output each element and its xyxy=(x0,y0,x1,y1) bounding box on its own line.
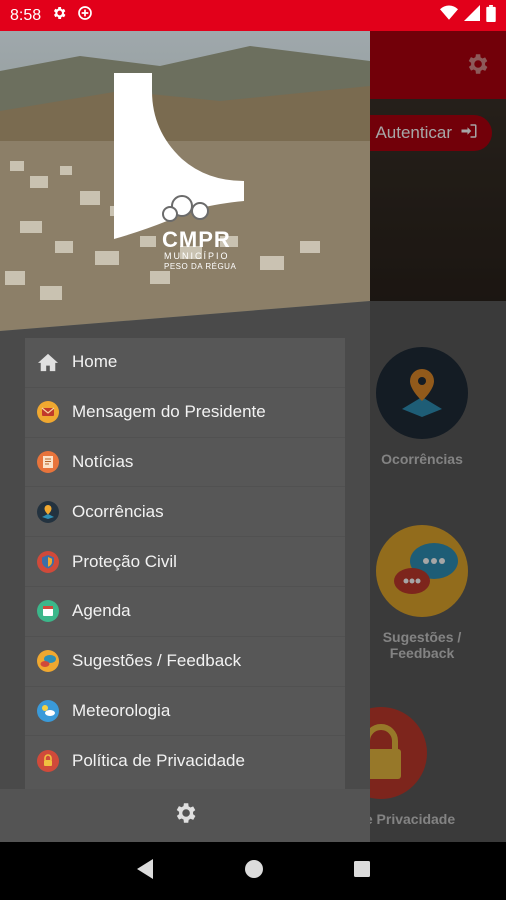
menu-item-label: Ocorrências xyxy=(72,501,164,521)
drawer-header-image: CMPR MUNICÍPIO PESO DA RÉGUA xyxy=(0,31,370,341)
menu-item-mensagem-presidente[interactable]: Mensagem do Presidente xyxy=(25,388,345,438)
signal-icon xyxy=(464,5,480,26)
system-navigation-bar xyxy=(0,842,506,900)
envelope-icon xyxy=(37,401,59,424)
back-icon[interactable] xyxy=(135,858,155,885)
drawer-settings-icon[interactable] xyxy=(172,800,198,831)
drawer-menu: Home Mensagem do Presidente Notícias Oco… xyxy=(25,338,345,791)
logo-subtitle-1: MUNICÍPIO xyxy=(164,251,230,261)
feedback-icon xyxy=(37,650,59,673)
navigation-drawer: CMPR MUNICÍPIO PESO DA RÉGUA Home Mensag… xyxy=(0,31,370,842)
occurrence-icon xyxy=(37,500,59,523)
weather-icon xyxy=(37,699,59,722)
calendar-icon xyxy=(37,600,59,623)
menu-item-label: Proteção Civil xyxy=(72,551,177,571)
menu-item-politica-privacidade[interactable]: Política de Privacidade xyxy=(25,736,345,786)
menu-item-home[interactable]: Home xyxy=(25,338,345,388)
logo-subtitle-2: PESO DA RÉGUA xyxy=(164,262,237,271)
menu-item-label: Home xyxy=(72,352,118,372)
lock-icon xyxy=(37,750,59,773)
logo-text: CMPR xyxy=(162,227,231,252)
shield-icon xyxy=(37,550,59,573)
gear-icon xyxy=(51,5,67,26)
menu-item-agenda[interactable]: Agenda xyxy=(25,587,345,637)
menu-item-noticias[interactable]: Notícias xyxy=(25,438,345,488)
battery-icon xyxy=(486,4,496,27)
wifi-icon xyxy=(440,5,458,26)
menu-item-label: Meteorologia xyxy=(72,700,171,720)
drawer-footer xyxy=(0,789,370,842)
menu-item-label: Sugestões / Feedback xyxy=(72,651,242,671)
home-icon xyxy=(37,351,59,373)
menu-item-label: Política de Privacidade xyxy=(72,751,245,771)
menu-item-label: Notícias xyxy=(72,451,134,471)
data-saver-icon xyxy=(77,5,93,26)
menu-item-sugestoes[interactable]: Sugestões / Feedback xyxy=(25,637,345,687)
menu-item-protecao-civil[interactable]: Proteção Civil xyxy=(25,537,345,587)
home-button-icon[interactable] xyxy=(244,859,264,884)
newspaper-icon xyxy=(37,450,59,473)
menu-item-ocorrencias[interactable]: Ocorrências xyxy=(25,487,345,538)
status-time: 8:58 xyxy=(10,6,42,24)
menu-item-meteorologia[interactable]: Meteorologia xyxy=(25,687,345,737)
municipality-logo xyxy=(112,71,247,246)
status-bar: 8:58 xyxy=(0,0,506,31)
menu-item-label: Mensagem do Presidente xyxy=(72,402,266,422)
menu-item-label: Agenda xyxy=(72,601,131,621)
recents-icon[interactable] xyxy=(353,860,371,883)
